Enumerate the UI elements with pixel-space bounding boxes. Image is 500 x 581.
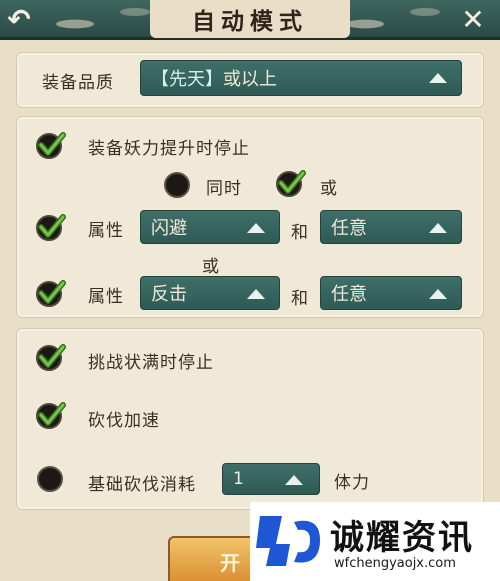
radio-either[interactable]: [276, 168, 306, 198]
stop-on-challenge-label: 挑战状满时停止: [88, 353, 214, 373]
watermark-url: wfchengyaojx.com: [334, 556, 456, 571]
attribute-2-primary-dropdown[interactable]: 反击: [140, 276, 280, 310]
attribute-1-label: 属性: [88, 221, 124, 241]
arrow-up-icon: [247, 223, 265, 233]
radio-both[interactable]: [164, 172, 190, 198]
arrow-up-icon: [429, 73, 447, 83]
checkmark-icon: [36, 402, 66, 429]
stop-on-power-label: 装备妖力提升时停止: [88, 139, 250, 159]
speed-up-label: 砍伐加速: [88, 411, 160, 431]
checkmark-icon: [36, 214, 66, 241]
watermark-title: 诚耀资讯: [330, 518, 474, 558]
conjunction-and: 和: [291, 223, 309, 243]
quality-value-prefix: 【先天】: [151, 69, 223, 90]
radio-either-label: 或: [320, 179, 338, 199]
conjunction-and: 和: [291, 289, 309, 309]
arrow-up-icon: [429, 289, 447, 299]
checkbox-stop-on-challenge[interactable]: [36, 342, 66, 372]
watermark-logo-icon: [256, 516, 320, 566]
arrow-up-icon: [429, 223, 447, 233]
stamina-unit-label: 体力: [334, 473, 370, 493]
dropdown-value: 反击: [151, 284, 187, 305]
attribute-2-label: 属性: [88, 287, 124, 307]
quality-label: 装备品质: [42, 73, 114, 93]
checkbox-stop-on-power[interactable]: [36, 130, 66, 160]
close-icon[interactable]: ✕: [456, 2, 490, 36]
checkbox-speed-up[interactable]: [36, 400, 66, 430]
arrow-up-icon: [285, 475, 303, 485]
checkmark-icon: [36, 344, 66, 371]
dropdown-value: 闪避: [151, 218, 187, 239]
dropdown-value: 任意: [331, 284, 367, 305]
quality-dropdown[interactable]: 【先天】 或以上: [140, 60, 462, 96]
radio-both-label: 同时: [206, 179, 242, 199]
page-title: 自动模式: [192, 8, 308, 35]
quality-value-suffix: 或以上: [223, 69, 277, 90]
dropdown-value: 任意: [331, 218, 367, 239]
base-cost-label: 基础砍伐消耗: [88, 475, 196, 495]
attribute-1-primary-dropdown[interactable]: 闪避: [140, 210, 280, 244]
checkbox-attribute-2[interactable]: [36, 278, 66, 308]
or-separator: 或: [202, 257, 220, 277]
stepper-value: 1: [233, 469, 244, 489]
title-bar: ↶ 自动模式 ✕: [0, 0, 500, 40]
checkmark-icon: [36, 132, 66, 159]
start-button-label: 开: [220, 550, 240, 575]
attribute-2-secondary-dropdown[interactable]: 任意: [320, 276, 462, 310]
title-plate: 自动模式: [150, 0, 350, 38]
watermark: 诚耀资讯 wfchengyaojx.com: [250, 502, 500, 581]
arrow-up-icon: [247, 289, 265, 299]
base-cost-stepper[interactable]: 1: [222, 463, 320, 495]
checkbox-attribute-1[interactable]: [36, 212, 66, 242]
checkmark-icon: [276, 170, 306, 197]
back-icon[interactable]: ↶: [2, 2, 36, 36]
checkmark-icon: [36, 280, 66, 307]
attribute-1-secondary-dropdown[interactable]: 任意: [320, 210, 462, 244]
checkbox-base-cost[interactable]: [37, 466, 63, 492]
